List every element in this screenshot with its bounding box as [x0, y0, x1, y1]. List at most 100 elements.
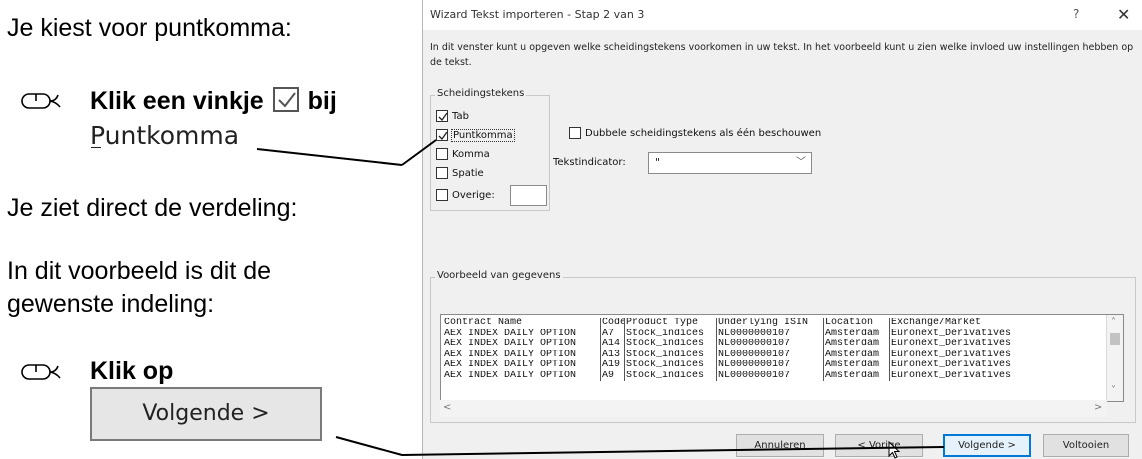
- preview-row: AEX INDEX DAILY OPTION A14 Stock_indices NL…: [443, 339, 1090, 350]
- checkbox-unchecked-icon: [436, 189, 448, 201]
- preview-cell: Exchange/Market: [891, 318, 982, 328]
- text-qualifier-value: ": [655, 156, 661, 169]
- step-check-suffix: bij: [307, 87, 337, 115]
- title-bar: Wizard Tekst importeren - Stap 2 van 3 ?…: [423, 0, 1142, 30]
- data-preview[interactable]: Contract Name Code Product Type Underlying …: [440, 314, 1124, 402]
- preview-cell: Amsterdam: [824, 370, 890, 381]
- text-qualifier-label: Tekstindicator:: [553, 157, 626, 168]
- scroll-up-icon[interactable]: ˄: [1111, 317, 1116, 328]
- preview-cell: Euronext_Derivatives: [891, 360, 1012, 370]
- preview-legend: Voorbeeld van gegevens: [435, 270, 563, 281]
- preview-cell: Underlying ISIN: [717, 318, 824, 329]
- preview-cell: A19: [601, 360, 625, 371]
- preview-cell: NL0000000107: [717, 349, 824, 360]
- checkbox-icon: [272, 87, 299, 112]
- cursor-icon: [888, 441, 901, 459]
- cancel-button[interactable]: Annuleren: [736, 434, 824, 457]
- preview-cell: Stock_indices: [625, 360, 717, 371]
- preview-cell: Euronext_Derivatives: [891, 370, 1012, 381]
- preview-row: AEX INDEX DAILY OPTION A9 Stock_indices NL0…: [443, 370, 1090, 381]
- preview-cell: NL0000000107: [717, 370, 824, 381]
- preview-row: AEX INDEX DAILY OPTION A7 Stock_indices NL0…: [443, 328, 1090, 339]
- back-button[interactable]: < Vorige: [835, 434, 923, 457]
- scroll-thumb[interactable]: [1110, 333, 1120, 345]
- text-import-wizard-dialog: Wizard Tekst importeren - Stap 2 van 3 ?…: [422, 0, 1142, 459]
- preview-cell: A14: [601, 339, 625, 350]
- preview-cell: Code: [602, 318, 625, 329]
- chevron-down-icon: ﹀: [796, 157, 806, 168]
- instruction-verdeling: Je ziet direct de verdeling:: [7, 194, 298, 222]
- komma-checkbox[interactable]: Komma: [436, 148, 490, 160]
- preview-cell: Euronext_Derivatives: [891, 339, 1012, 349]
- spatie-label: Spatie: [452, 167, 484, 179]
- preview-cell: Stock_indices: [625, 370, 717, 381]
- instruction-puntkomma: Je kiest voor puntkomma:: [7, 14, 292, 42]
- preview-cell: AEX INDEX DAILY OPTION: [443, 328, 601, 339]
- step-check-prefix: Klik een vinkje: [90, 87, 264, 115]
- tab-checkbox[interactable]: Tab: [436, 110, 469, 122]
- preview-cell: A13: [601, 349, 625, 360]
- preview-cell: A9: [601, 370, 625, 381]
- preview-cell: AEX INDEX DAILY OPTION: [443, 349, 601, 360]
- preview-cell: Location: [824, 318, 890, 329]
- help-button[interactable]: ?: [1073, 7, 1079, 21]
- vertical-scrollbar[interactable]: ˄ ˅: [1106, 315, 1123, 401]
- text-qualifier-select[interactable]: " ﹀: [648, 152, 812, 174]
- spatie-checkbox[interactable]: Spatie: [436, 167, 484, 179]
- preview-cell: AEX INDEX DAILY OPTION: [443, 339, 601, 350]
- next-button-illustration: Volgende >: [90, 387, 322, 441]
- checkbox-unchecked-icon: [436, 167, 448, 179]
- preview-table: Contract Name Code Product Type Underlying …: [443, 318, 1090, 381]
- horizontal-scrollbar[interactable]: < >: [440, 400, 1107, 417]
- checkbox-checked-icon: [436, 110, 448, 122]
- finish-button[interactable]: Voltooien: [1043, 434, 1129, 457]
- delimiters-legend: Scheidingstekens: [435, 88, 527, 99]
- scroll-down-icon[interactable]: ˅: [1111, 385, 1116, 396]
- step-check-puntkomma: Klik een vinkje bij: [90, 87, 337, 116]
- tab-label: Tab: [452, 110, 469, 122]
- preview-cell: Stock_indices: [625, 328, 717, 339]
- preview-cell: A7: [601, 328, 625, 339]
- scroll-left-icon[interactable]: <: [443, 402, 451, 413]
- overige-label: Overige:: [452, 189, 495, 201]
- preview-cell: NL0000000107: [717, 360, 824, 371]
- preview-cell: Stock_indices: [625, 339, 717, 350]
- intro-text: In dit venster kunt u opgeven welke sche…: [430, 42, 1134, 69]
- preview-cell: NL0000000107: [717, 339, 824, 350]
- preview-row: AEX INDEX DAILY OPTION A19 Stock_indices NL…: [443, 360, 1090, 371]
- puntkomma-checkbox[interactable]: Puntkomma: [436, 128, 515, 142]
- instruction-voorbeeld-1: In dit voorbeeld is dit de: [7, 257, 272, 285]
- double-delimiters-checkbox[interactable]: Dubbele scheidingstekens als één beschou…: [569, 127, 821, 139]
- preview-cell: Amsterdam: [824, 360, 890, 371]
- preview-cell: Amsterdam: [824, 339, 890, 350]
- preview-cell: AEX INDEX DAILY OPTION: [443, 370, 601, 381]
- close-button[interactable]: ✕: [1117, 5, 1130, 24]
- instruction-voorbeeld-2: gewenste indeling:: [7, 290, 215, 318]
- preview-cell: Euronext_Derivatives: [891, 349, 1012, 360]
- puntkomma-checkbox-label: Puntkomma: [451, 128, 515, 142]
- double-delimiters-label: Dubbele scheidingstekens als één beschou…: [585, 127, 822, 139]
- puntkomma-label: Puntkomma: [90, 121, 240, 150]
- komma-label: Komma: [452, 148, 490, 160]
- preview-row: AEX INDEX DAILY OPTION A13 Stock_indices NL…: [443, 349, 1090, 360]
- preview-row: Contract Name Code Product Type Underlying …: [443, 318, 1090, 329]
- preview-cell: Amsterdam: [824, 349, 890, 360]
- tutorial-panel: Je kiest voor puntkomma: Klik een vinkje…: [0, 0, 410, 459]
- scroll-right-icon[interactable]: >: [1094, 402, 1102, 413]
- preview-cell: NL0000000107: [717, 328, 824, 339]
- preview-cell: Stock_indices: [625, 349, 717, 360]
- preview-cell: AEX INDEX DAILY OPTION: [443, 360, 601, 371]
- step-click-next: Klik op: [90, 357, 174, 385]
- next-button[interactable]: Volgende >: [943, 434, 1031, 457]
- checkbox-unchecked-icon: [569, 127, 581, 139]
- preview-cell: Product Type: [625, 318, 717, 329]
- text-qualifier-text: Tekstindicator:: [553, 157, 626, 168]
- overige-checkbox[interactable]: Overige:: [436, 189, 495, 201]
- preview-cell: Contract Name: [443, 318, 601, 329]
- preview-cell: Euronext_Derivatives: [891, 328, 1012, 339]
- preview-cell: Amsterdam: [824, 328, 890, 339]
- dialog-title: Wizard Tekst importeren - Stap 2 van 3: [430, 8, 645, 21]
- mouse-icon: [21, 364, 61, 380]
- checkbox-unchecked-icon: [436, 148, 448, 160]
- overige-input[interactable]: [510, 185, 547, 206]
